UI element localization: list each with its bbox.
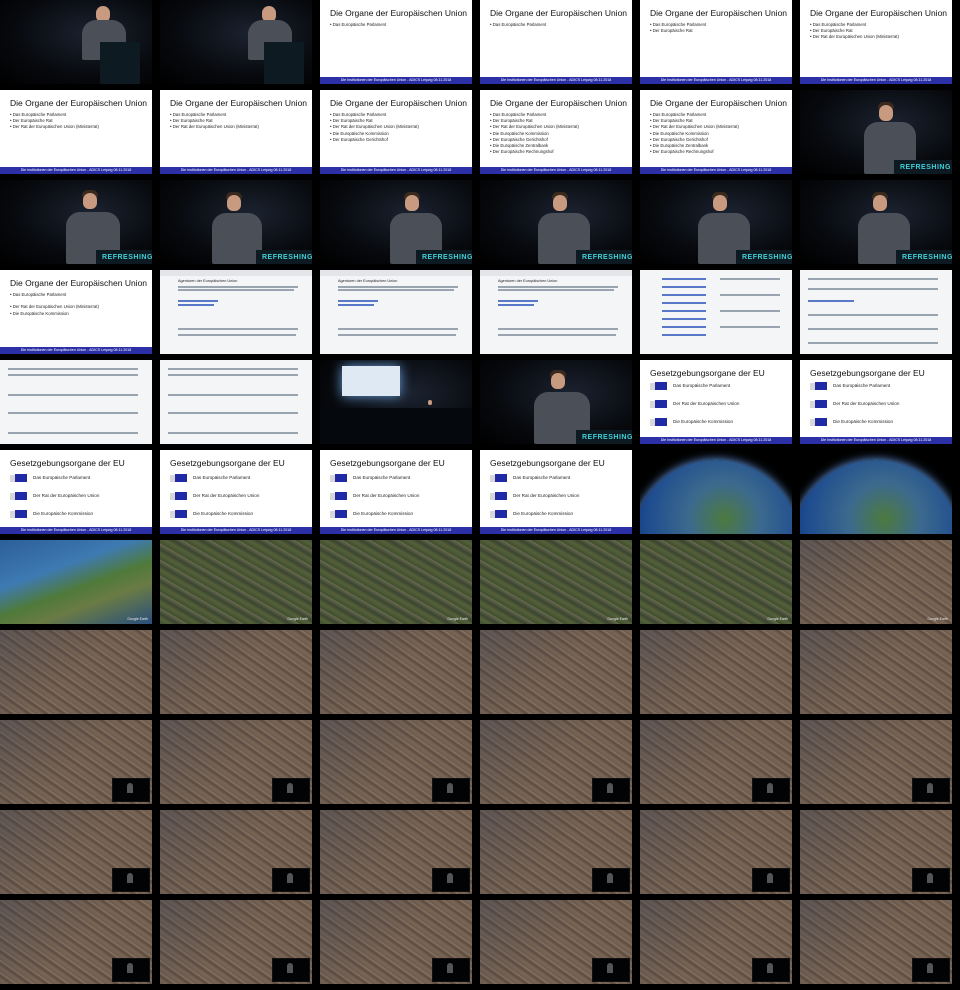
speaker-inset (272, 778, 310, 802)
browser-frame (800, 270, 952, 354)
map-frame (480, 900, 632, 984)
map-frame (320, 810, 472, 894)
map-frame: Google Earth (480, 540, 632, 624)
map-frame (0, 810, 152, 894)
browser-frame (0, 360, 152, 444)
map-frame: Google Earth (0, 540, 152, 624)
speaker-inset (432, 778, 470, 802)
slide-frame: Gesetzgebungsorgane der EU Das Europäisc… (800, 360, 952, 444)
slide-frame: Die Organe der Europäischen Union Das Eu… (480, 90, 632, 174)
browser-frame (160, 360, 312, 444)
browser-frame: Agenturen der Europäischen Union (320, 270, 472, 354)
stage-frame: REFRESHING (480, 360, 632, 444)
map-frame (640, 720, 792, 804)
speaker-inset (272, 868, 310, 892)
map-frame (640, 810, 792, 894)
stage-frame: REFRESHING (800, 90, 952, 174)
stage-frame: REFRESHING (320, 180, 472, 264)
map-frame (800, 900, 952, 984)
map-frame (800, 720, 952, 804)
map-frame (160, 720, 312, 804)
speaker-inset (592, 958, 630, 982)
stage-frame: REFRESHING (800, 180, 952, 264)
speaker-inset (592, 868, 630, 892)
speaker-inset (752, 778, 790, 802)
speaker-inset (912, 868, 950, 892)
map-frame (800, 810, 952, 894)
browser-frame: Agenturen der Europäischen Union (160, 270, 312, 354)
slide-frame: Gesetzgebungsorgane der EU Das Europäisc… (640, 360, 792, 444)
map-frame (640, 900, 792, 984)
map-frame: Google Earth (320, 540, 472, 624)
stage-frame (160, 0, 312, 84)
map-frame (160, 900, 312, 984)
stage-frame: REFRESHING (640, 180, 792, 264)
speaker-inset (272, 958, 310, 982)
slide-frame: Gesetzgebungsorgane der EU Das Europäisc… (160, 450, 312, 534)
slide-frame: Die Organe der Europäischen Union Das Eu… (640, 0, 792, 84)
speaker-inset (112, 958, 150, 982)
map-frame (0, 720, 152, 804)
map-frame: Google Earth (160, 540, 312, 624)
slide-frame: Gesetzgebungsorgane der EU Das Europäisc… (0, 450, 152, 534)
map-frame: Google Earth (800, 540, 952, 624)
speaker-inset (432, 958, 470, 982)
speaker-inset (112, 868, 150, 892)
globe-frame (640, 450, 792, 534)
map-frame (160, 630, 312, 714)
stage-frame: REFRESHING (480, 180, 632, 264)
slide-frame: Die Organe der Europäischen Union Das Eu… (800, 0, 952, 84)
contact-sheet: Die Organe der Europäischen Union Das Eu… (0, 0, 960, 990)
stage-frame: REFRESHING (0, 180, 152, 264)
map-frame (160, 810, 312, 894)
slide-frame: Die Organe der Europäischen Union Das Eu… (0, 270, 152, 354)
projector-screen (342, 366, 400, 396)
slide-frame: Gesetzgebungsorgane der EU Das Europäisc… (480, 450, 632, 534)
map-frame (640, 630, 792, 714)
map-frame (0, 630, 152, 714)
map-frame (800, 630, 952, 714)
slide-list: Das Europäische Parlament (330, 22, 387, 28)
stage-frame: REFRESHING (160, 180, 312, 264)
map-frame (320, 630, 472, 714)
slide-frame: Die Organe der Europäischen Union Das Eu… (160, 90, 312, 174)
browser-frame (640, 270, 792, 354)
slide-title: Die Organe der Europäischen Union (330, 8, 468, 18)
slide-frame: Die Organe der Europäischen Union Das Eu… (320, 90, 472, 174)
slide-frame: Die Organe der Europäischen Union Das Eu… (320, 0, 472, 84)
slide-frame: Die Organe der Europäischen Union Das Eu… (0, 90, 152, 174)
slide-frame: Die Organe der Europäischen Union Das Eu… (480, 0, 632, 84)
map-frame (0, 900, 152, 984)
stage-wide-frame (320, 360, 472, 444)
speaker-inset (592, 778, 630, 802)
map-frame (320, 900, 472, 984)
map-frame (480, 630, 632, 714)
map-frame (480, 810, 632, 894)
stage-frame (0, 0, 152, 84)
speaker-inset (752, 958, 790, 982)
slide-footer: Die Institutionen der Europäischen Union… (320, 77, 472, 84)
speaker-inset (752, 868, 790, 892)
speaker-inset (112, 778, 150, 802)
speaker-inset (432, 868, 470, 892)
map-frame (320, 720, 472, 804)
speaker-inset (912, 958, 950, 982)
browser-frame: Agenturen der Europäischen Union (480, 270, 632, 354)
map-frame: Google Earth (640, 540, 792, 624)
slide-frame: Gesetzgebungsorgane der EU Das Europäisc… (320, 450, 472, 534)
map-frame (480, 720, 632, 804)
slide-frame: Die Organe der Europäischen Union Das Eu… (640, 90, 792, 174)
speaker-inset (912, 778, 950, 802)
globe-frame (800, 450, 952, 534)
